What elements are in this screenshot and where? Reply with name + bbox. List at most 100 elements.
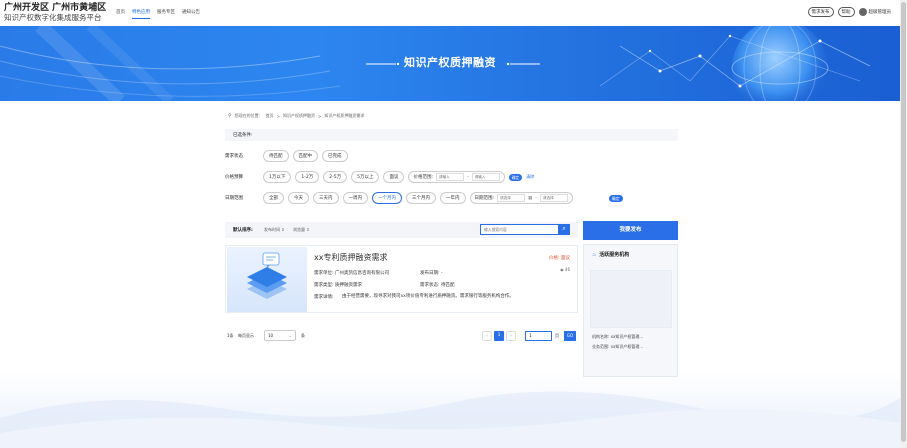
location-pin-icon: ⚲ bbox=[228, 113, 232, 119]
help-button[interactable]: 帮助 bbox=[837, 7, 855, 17]
per-page-select[interactable]: 10 ⌄ bbox=[264, 330, 296, 341]
footer-cloud-decoration bbox=[0, 391, 900, 448]
price-option-under-10k[interactable]: 1万以下 bbox=[263, 171, 292, 183]
chevron-right-icon: › bbox=[510, 333, 512, 339]
date-option-1week[interactable]: 一周内 bbox=[342, 192, 368, 204]
org-name[interactable]: 机构名称: xx知识产权管理... bbox=[592, 334, 643, 340]
views-count: 46 bbox=[564, 267, 570, 272]
banner: 知识产权质押融资 bbox=[0, 26, 900, 101]
breadcrumb-separator: > bbox=[318, 113, 322, 119]
nav-item-service-zone[interactable]: 服务专区 bbox=[157, 9, 175, 19]
search-icon: ⌕ bbox=[562, 225, 566, 232]
price-confirm-button[interactable]: 确定 bbox=[508, 173, 523, 181]
range-dash: - bbox=[467, 174, 469, 180]
date-option-3days[interactable]: 三天内 bbox=[313, 192, 339, 204]
date-filter-label: 日期范围 bbox=[225, 196, 243, 201]
card-illustration bbox=[227, 247, 307, 312]
date-range-box: 日期范围: ▦ - bbox=[469, 192, 573, 204]
banner-title: 知识产权质押融资 bbox=[404, 56, 496, 69]
date-filter-row: 日期范围 全部 今天 三天内 一周内 一个月内 三个月内 一年内 日期范围: ▦… bbox=[225, 192, 623, 204]
card-status: 需求状态: 待匹配 bbox=[420, 283, 455, 288]
card-publish-date: 发布日期: - bbox=[420, 271, 443, 276]
price-range-label: 价格范围: bbox=[413, 175, 433, 180]
demand-card[interactable]: xx专利质押融资需求 价格: 面议 ◉ 46 需求单位: 广州奥凯信息咨询有限公… bbox=[225, 245, 578, 313]
price-option-over-50k[interactable]: 5万以上 bbox=[351, 171, 380, 183]
breadcrumb: ⚲ 您现在的位置： 首页 > 知识产权质押融资 > 知识产权质押融资需求 bbox=[228, 113, 364, 119]
price-filter-label: 价格预算 bbox=[225, 175, 243, 180]
price-option-20k-50k[interactable]: 2-5万 bbox=[323, 171, 348, 183]
brand[interactable]: 广州开发区 广州市黄埔区 知识产权数字化集成服务平台 bbox=[4, 3, 106, 22]
range-dash: - bbox=[535, 195, 537, 201]
breadcrumb-home[interactable]: 首页 bbox=[266, 113, 274, 119]
date-start-input[interactable] bbox=[497, 194, 526, 202]
search-button[interactable]: ⌕ bbox=[558, 224, 570, 235]
user-menu[interactable]: 超级管理员 bbox=[858, 8, 892, 16]
date-range-label: 日期范围: bbox=[474, 196, 495, 201]
selected-conditions-bar: 已选条件: bbox=[225, 129, 678, 141]
header-actions: 需求发布 帮助 超级管理员 bbox=[807, 7, 892, 17]
fire-icon: ♨ bbox=[592, 252, 597, 258]
date-confirm-button[interactable]: 确定 bbox=[608, 194, 623, 202]
status-option-matching[interactable]: 匹配中 bbox=[292, 150, 318, 162]
pagination-per-page-unit: 条 bbox=[301, 333, 305, 338]
breadcrumb-separator: > bbox=[276, 113, 281, 119]
status-option-pending[interactable]: 待匹配 bbox=[263, 150, 289, 162]
date-option-1year[interactable]: 一年内 bbox=[440, 192, 466, 204]
card-price: 价格: 面议 bbox=[549, 256, 570, 261]
views-icon: ◉ bbox=[560, 267, 564, 272]
avatar-icon bbox=[858, 8, 867, 16]
status-option-completed[interactable]: 已完成 bbox=[322, 150, 348, 162]
date-option-3months[interactable]: 三个月内 bbox=[406, 192, 436, 204]
price-range-box: 价格范围: - bbox=[408, 171, 505, 183]
sort-bar: 默认排序: 发布时间 ⇕ 浏览量 ⇕ ⌕ bbox=[225, 222, 578, 238]
publish-demand-button[interactable]: 需求发布 bbox=[807, 7, 834, 17]
breadcrumb-current: 知识产权质押融资需求 bbox=[324, 113, 365, 118]
top-header: 广州开发区 广州市黄埔区 知识产权数字化集成服务平台 首页 特色应用 服务专区 … bbox=[0, 0, 907, 26]
sort-by-publish-time[interactable]: 发布时间 ⇕ bbox=[264, 227, 285, 233]
pagination-total: 1条 bbox=[227, 333, 234, 338]
per-page-value: 10 bbox=[268, 333, 274, 338]
card-type: 需求类型: 质押融资需求 bbox=[314, 283, 362, 288]
page-scrollbar[interactable] bbox=[900, 0, 907, 448]
active-orgs-panel: ♨ 活跃服务机构 机构名称: xx知识产权管理... 业务范围: xx知识产权管… bbox=[583, 244, 678, 377]
page-jump-input[interactable]: 1 bbox=[525, 331, 552, 341]
date-option-today[interactable]: 今天 bbox=[288, 192, 309, 204]
pagination: 1条 每页显示 10 ⌄ 条 ‹ 1 › 1 页 GO bbox=[225, 330, 578, 344]
sort-by-views[interactable]: 浏览量 ⇕ bbox=[293, 227, 310, 233]
layers-illustration-icon bbox=[247, 252, 287, 299]
price-option-negotiable[interactable]: 面议 bbox=[383, 171, 405, 183]
pagination-per-page-label: 每页显示 bbox=[238, 333, 254, 338]
price-clear-link[interactable]: 清除 bbox=[526, 174, 534, 180]
next-page-button[interactable]: › bbox=[506, 331, 516, 341]
page-go-button[interactable]: GO bbox=[564, 331, 576, 341]
active-orgs-title-text: 活跃服务机构 bbox=[599, 252, 630, 258]
price-min-input[interactable] bbox=[436, 173, 464, 181]
status-filter-label: 需求状态 bbox=[225, 154, 243, 159]
nav-item-notices[interactable]: 通知公告 bbox=[182, 9, 200, 19]
sort-label: 默认排序: bbox=[233, 228, 253, 233]
active-orgs-title: ♨ 活跃服务机构 bbox=[592, 251, 629, 258]
breadcrumb-pledge[interactable]: 知识产权质押融资 bbox=[283, 113, 315, 119]
card-title[interactable]: xx专利质押融资需求 bbox=[314, 252, 387, 263]
date-end-input[interactable] bbox=[539, 194, 568, 202]
user-name: 超级管理员 bbox=[868, 10, 892, 15]
nav-item-home[interactable]: 首页 bbox=[116, 9, 125, 19]
date-option-1month[interactable]: 一个月内 bbox=[372, 192, 402, 204]
price-max-input[interactable] bbox=[471, 173, 500, 181]
brand-title: 广州开发区 广州市黄埔区 bbox=[4, 3, 107, 13]
search-input[interactable] bbox=[480, 224, 560, 235]
selected-conditions-label: 已选条件: bbox=[233, 133, 253, 138]
main-nav: 首页 特色应用 服务专区 通知公告 bbox=[116, 9, 200, 19]
date-option-all[interactable]: 全部 bbox=[263, 192, 284, 204]
price-filter-row: 价格预算 1万以下 1-2万 2-5万 5万以上 面议 价格范围: - 确定 清… bbox=[225, 171, 534, 183]
i-want-to-publish-button[interactable]: 我要发布 bbox=[583, 221, 678, 240]
chevron-left-icon: ‹ bbox=[486, 333, 488, 339]
card-detail-label: 需求详情: bbox=[314, 295, 334, 300]
brand-subtitle: 知识产权数字化集成服务平台 bbox=[4, 13, 102, 22]
nav-item-featured-apps[interactable]: 特色应用 bbox=[132, 9, 150, 19]
prev-page-button[interactable]: ‹ bbox=[482, 331, 492, 341]
org-logo-placeholder[interactable] bbox=[590, 270, 672, 328]
page-number-current[interactable]: 1 bbox=[494, 331, 504, 341]
price-option-10k-20k[interactable]: 1-2万 bbox=[295, 171, 320, 183]
scrollbar-thumb[interactable] bbox=[901, 2, 906, 442]
